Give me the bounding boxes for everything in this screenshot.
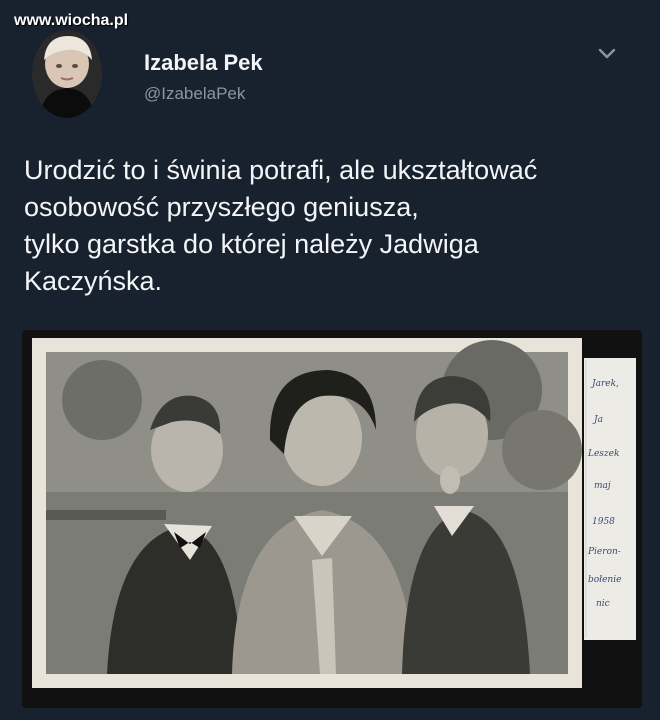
note-line: Jarek,: [590, 379, 619, 389]
tweet-text-line: osobowość przyszłego geniusza,: [24, 192, 419, 222]
tweet-text-line: Urodzić to i świnia potrafi, ale ukształ…: [24, 155, 538, 185]
note-line: 1958: [592, 517, 615, 527]
author-name[interactable]: Izabela Pek: [144, 50, 263, 76]
site-watermark: www.wiocha.pl: [14, 12, 129, 29]
note-line: Ja: [592, 415, 603, 425]
tweet-photo[interactable]: Jarek, Ja Leszek maj 1958 Pieron- bołeni…: [22, 330, 642, 708]
note-line: Leszek: [587, 449, 619, 459]
note-line: Pieron-: [587, 547, 621, 557]
note-line: nic: [596, 599, 610, 609]
note-line: bołenie: [588, 575, 621, 585]
note-line: maj: [594, 481, 611, 491]
author-handle[interactable]: @IzabelaPek: [144, 84, 245, 104]
tweet-text-line: Kaczyńska.: [24, 266, 163, 296]
tweet-text-line: tylko garstka do której należy Jadwiga: [24, 229, 479, 259]
avatar[interactable]: [32, 30, 102, 118]
chevron-down-icon[interactable]: [594, 44, 620, 64]
tweet-text: Urodzić to i świnia potrafi, ale ukształ…: [24, 152, 644, 300]
